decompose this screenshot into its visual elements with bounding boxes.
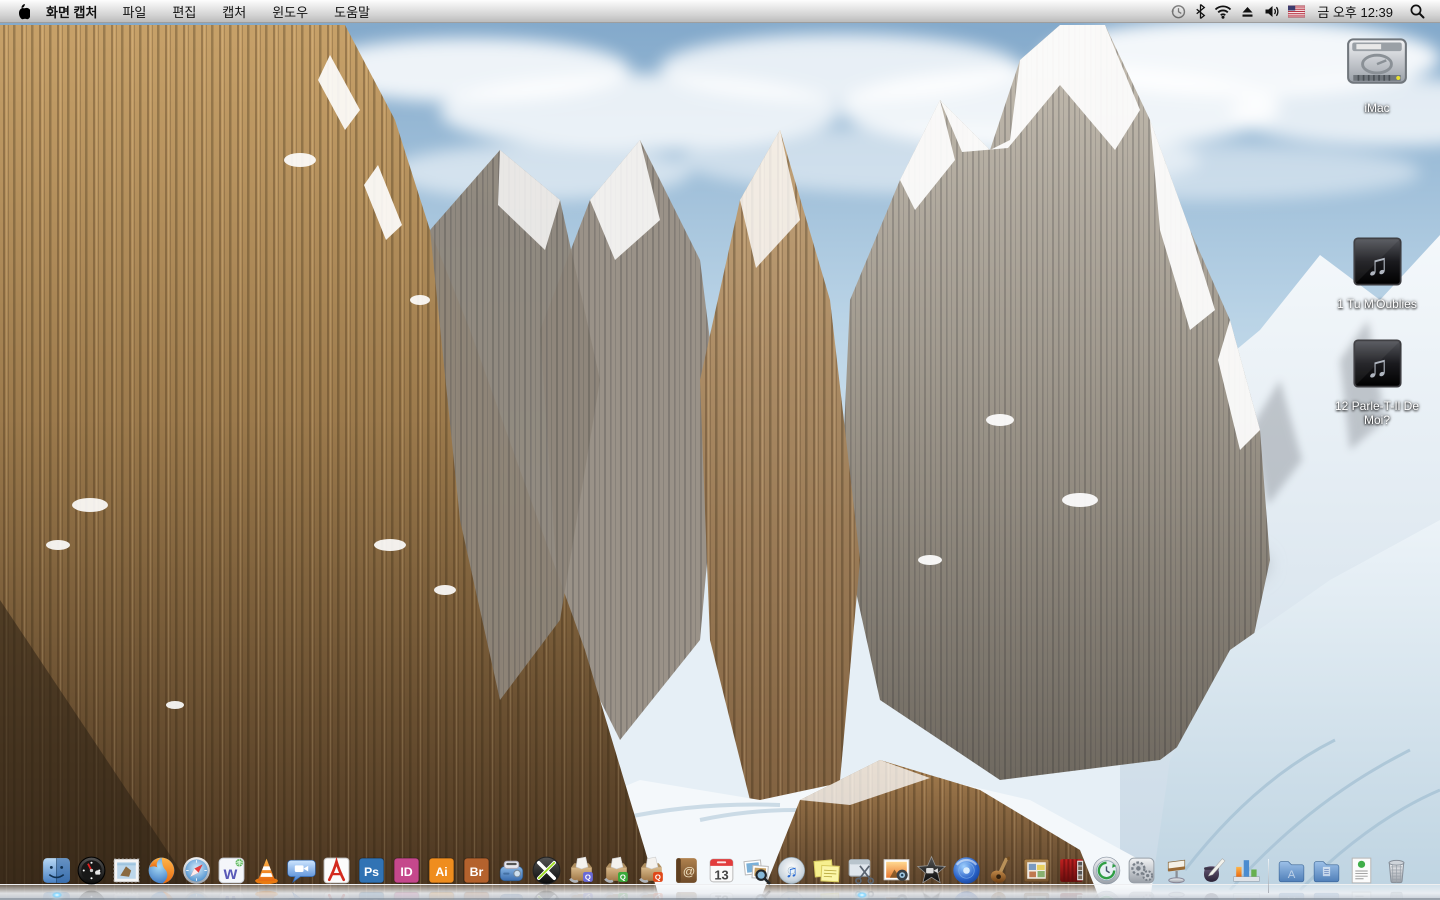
dock-applications-folder[interactable]: A [1275,854,1308,887]
dock-document-file[interactable] [1345,854,1378,887]
dock-firefox[interactable] [145,854,178,887]
running-indicator [52,892,62,898]
time-machine-menu-icon[interactable] [1170,3,1187,20]
svg-text:Br: Br [470,865,484,879]
dock-grab-screen-capture[interactable] [845,854,878,887]
audio-icon: ♫ [1349,335,1406,397]
dock-iphoto[interactable] [880,854,913,887]
dock-time-machine[interactable] [1090,854,1123,887]
dock-imovie[interactable] [915,854,948,887]
dock-dashboard[interactable] [75,854,108,887]
dock-safari[interactable] [180,854,213,887]
menu-item-0[interactable]: 파일 [109,2,159,21]
svg-text:♫: ♫ [785,863,797,881]
desktop-icon-label: 12 Parle-T-Il De Moi? [1325,399,1429,427]
dock-trash[interactable] [1380,854,1413,887]
menu-item-1[interactable]: 편집 [159,2,209,21]
dock-separator [1265,857,1273,887]
dock-idvd[interactable] [950,854,983,887]
svg-text:Q: Q [655,873,661,882]
dock-numbers[interactable] [1230,854,1263,887]
dock-quark-box-red[interactable]: Q [635,854,668,887]
dock-mail[interactable] [110,854,143,887]
dock-acrobat-reader[interactable] [320,854,353,887]
svg-text:Q: Q [585,873,591,882]
dock-photoshop[interactable]: Ps [355,854,388,887]
dock-documents-folder[interactable] [1310,854,1343,887]
dock-address-book[interactable]: @ [670,854,703,887]
svg-text:@: @ [683,865,696,879]
apple-menu[interactable] [10,3,34,20]
desktop-icon-label: 1 Tu M'Oublies [1337,297,1417,311]
svg-text:w: w [223,863,238,883]
desktop-icons: iMac♫ 1 Tu M'Oublies♫ 12 Parle-T-Il De M… [1322,28,1432,427]
dock-photo-booth[interactable] [1055,854,1088,887]
dock-illustrator[interactable]: Ai [425,854,458,887]
svg-text:Q: Q [620,873,626,882]
spotlight-icon[interactable] [1405,3,1430,20]
input-source-us-flag-icon[interactable] [1288,5,1305,18]
dock-ical[interactable]: 13 [705,854,738,887]
audio-file-2[interactable]: ♫ 12 Parle-T-Il De Moi? [1325,335,1429,427]
menu-clock[interactable]: 금 오후 12:39 [1311,2,1399,21]
svg-text:Ps: Ps [364,865,379,879]
menu-item-3[interactable]: 윈도우 [259,2,321,21]
dock-quark-box-blue[interactable]: Q [565,854,598,887]
dock-pages[interactable] [1195,854,1228,887]
dock-stickies[interactable] [810,854,843,887]
menu-item-2[interactable]: 캡처 [209,2,259,21]
dock-ichat[interactable] [285,854,318,887]
running-indicator [857,892,867,898]
dock-garageband[interactable] [985,854,1018,887]
dock-preview[interactable] [740,854,773,887]
dock-bridge[interactable]: Br [460,854,493,887]
imac-hard-drive[interactable]: iMac [1325,28,1429,115]
dock-indesign[interactable]: ID [390,854,423,887]
svg-text:Ai: Ai [435,865,447,879]
bluetooth-icon[interactable] [1195,3,1206,20]
dock-system-preferences[interactable] [1125,854,1158,887]
dock-keynote[interactable] [1160,854,1193,887]
dock-quarkxpress[interactable] [530,854,563,887]
audio-file-1[interactable]: ♫ 1 Tu M'Oublies [1325,233,1429,311]
menu-item-4[interactable]: 도움말 [321,2,383,21]
svg-text:ID: ID [400,865,412,879]
svg-text:13: 13 [714,867,728,882]
svg-text:A: A [1288,869,1296,881]
dock-finder[interactable] [40,854,73,887]
dock-itunes[interactable]: ♫ [775,854,808,887]
volume-icon[interactable] [1263,4,1280,19]
svg-text:♫: ♫ [1366,351,1389,384]
desktop-icon-label: iMac [1364,101,1389,115]
dock-comic-life[interactable] [1020,854,1053,887]
dock-toast[interactable] [495,854,528,887]
dock-vlc[interactable] [250,854,283,887]
app-menu-title[interactable]: 화면 캡처 [34,2,109,21]
wifi-icon[interactable] [1214,4,1232,19]
dock-quark-box-green[interactable]: Q [600,854,633,887]
wallpaper-mountains [0,0,1440,900]
harddrive-icon [1344,28,1410,99]
svg-text:♫: ♫ [1366,249,1389,282]
eject-icon[interactable] [1240,4,1255,19]
dock: w Ps ID Ai Br Q Q Q @13 ♫ A [40,854,1413,887]
menu-bar: 화면 캡처 파일편집캡처윈도우도움말 금 오후 12:39 [0,0,1440,23]
dock-w-globe-app[interactable]: w [215,854,248,887]
audio-icon: ♫ [1349,233,1406,295]
